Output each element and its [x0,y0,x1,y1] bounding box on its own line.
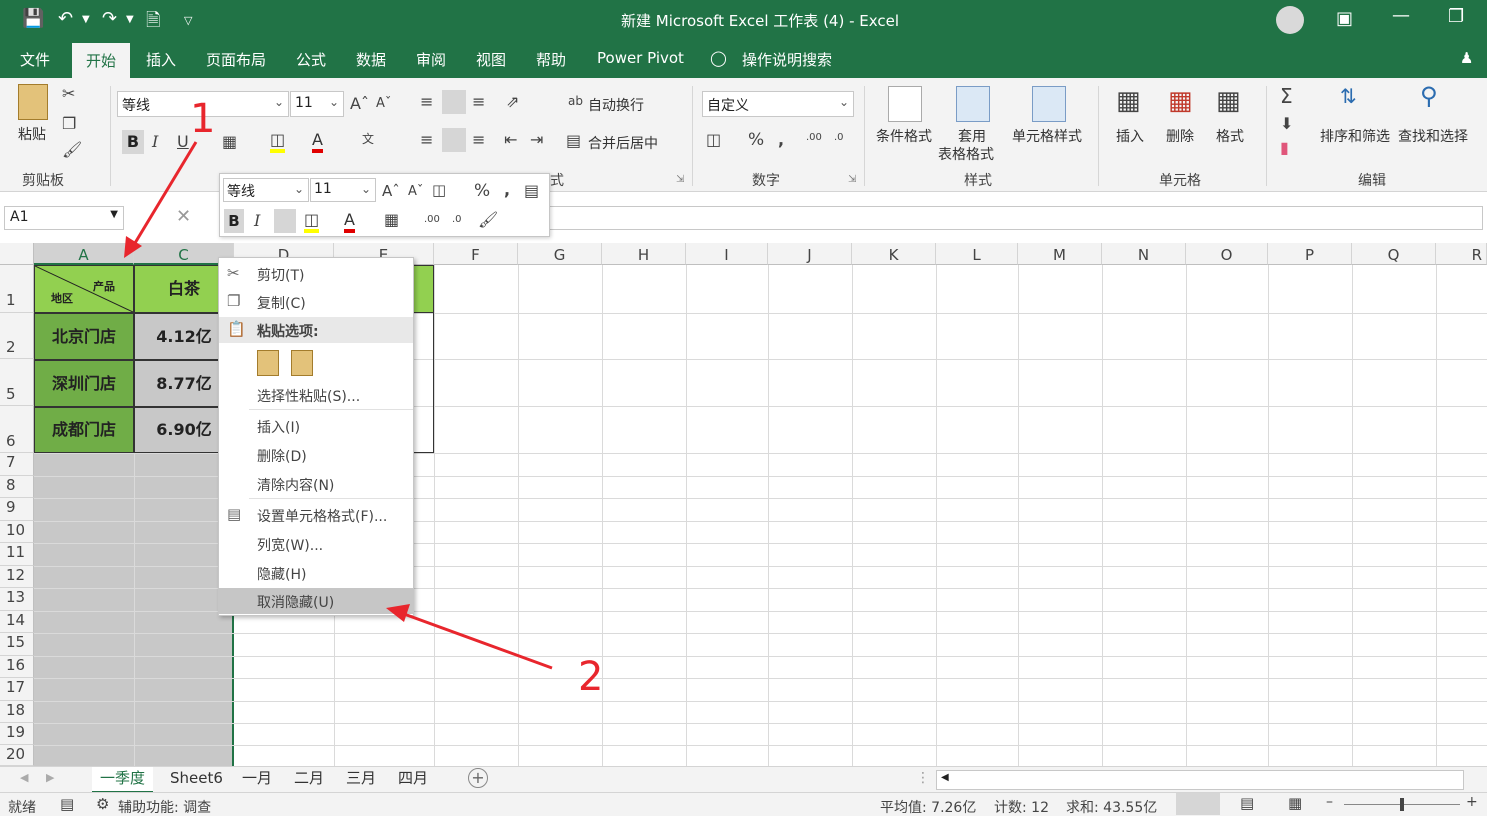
status-average[interactable]: 平均值: 7.26亿 [880,797,976,817]
sheet-tab-apr[interactable]: 四月 [390,767,436,791]
zoom-slider-thumb[interactable] [1400,798,1404,811]
zoom-out-icon[interactable]: – [1326,794,1333,810]
page-break-view-icon[interactable]: ▦ [1288,794,1302,812]
add-sheet-icon[interactable]: + [468,768,488,788]
page-layout-view-icon[interactable]: ▤ [1240,794,1254,812]
prev-sheet-icon[interactable]: ◀ [20,771,28,784]
arrow-2-head [386,604,410,622]
status-bar: 就绪 ▤ ⚙ 辅助功能: 调查 平均值: 7.26亿 计数: 12 求和: 43… [0,792,1487,816]
status-count[interactable]: 计数: 12 [994,797,1049,817]
arrow-1-head [124,236,142,258]
sheet-tab-bar: ◀ ▶ 一季度 Sheet6 一月 二月 三月 四月 + ⋮ ◀ [0,766,1487,793]
status-accessibility[interactable]: 辅助功能: 调查 [118,797,211,817]
annotation-arrows [124,141,553,670]
sheet-tab-feb[interactable]: 二月 [286,767,332,791]
sheet-tab-q1[interactable]: 一季度 [92,767,154,793]
arrow-2-line [403,612,553,670]
arrow-1-line [130,141,198,249]
annotation-2: 2 [578,654,604,700]
macro-record-icon[interactable]: ▤ [60,795,74,813]
horizontal-scrollbar[interactable]: ◀ [936,770,1464,790]
next-sheet-icon[interactable]: ▶ [46,771,54,784]
normal-view-icon[interactable] [1176,793,1220,815]
sheet-tab-jan[interactable]: 一月 [234,767,280,791]
sheet-tab-sheet6[interactable]: Sheet6 [162,767,231,791]
splitter-icon[interactable]: ⋮ [916,770,930,786]
status-ready: 就绪 [8,800,36,816]
zoom-in-icon[interactable]: + [1466,794,1478,810]
scroll-left-icon[interactable]: ◀ [941,772,949,783]
accessibility-icon[interactable]: ⚙ [96,795,109,813]
annotation-1: 1 [190,96,216,142]
sheet-tab-mar[interactable]: 三月 [338,767,384,791]
status-sum[interactable]: 求和: 43.55亿 [1066,797,1157,817]
